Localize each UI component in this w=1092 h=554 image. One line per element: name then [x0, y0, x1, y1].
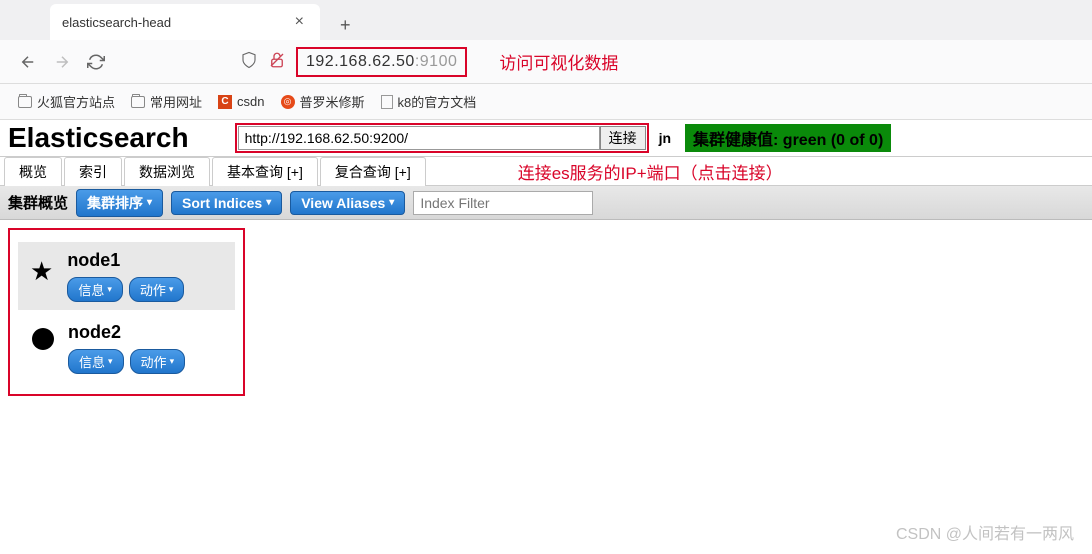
cluster-name: jn [659, 130, 671, 146]
tab-browser[interactable]: 数据浏览 [124, 157, 210, 186]
es-logo: Elasticsearch [8, 122, 189, 154]
connect-url-input[interactable] [238, 126, 600, 150]
bookmarks-bar: 火狐官方站点 常用网址 Ccsdn ◎普罗米修斯 k8的官方文档 [0, 84, 1092, 120]
insecure-lock-icon[interactable] [268, 51, 286, 72]
master-star-icon: ★ [30, 256, 53, 287]
sort-cluster-button[interactable]: 集群排序 [76, 189, 163, 217]
index-filter-input[interactable] [413, 191, 593, 215]
node-name: node1 [67, 250, 184, 271]
shield-icon[interactable] [240, 51, 258, 72]
node-action-button[interactable]: 动作 [130, 349, 186, 374]
tab-compound-query[interactable]: 复合查询 [320, 157, 426, 186]
doc-icon [381, 95, 393, 109]
health-badge: 集群健康值: green (0 of 0) [685, 124, 891, 152]
watermark: CSDN @人间若有一两风 [896, 520, 1074, 544]
bookmark-item[interactable]: 常用网址 [131, 92, 202, 111]
node-row: node2 信息 动作 [18, 314, 235, 382]
tab-overview[interactable]: 概览 [4, 157, 62, 186]
prometheus-icon: ◎ [281, 95, 295, 109]
browser-nav-bar: 192.168.62.50:9100 访问可视化数据 [0, 40, 1092, 84]
node-info-button[interactable]: 信息 [68, 349, 124, 374]
bookmark-item[interactable]: Ccsdn [218, 94, 264, 109]
close-icon[interactable]: × [291, 13, 308, 31]
folder-icon [131, 96, 145, 108]
node-row: ★ node1 信息 动作 [18, 242, 235, 310]
bookmark-item[interactable]: ◎普罗米修斯 [281, 92, 365, 111]
tab-indices[interactable]: 索引 [64, 157, 122, 186]
bookmark-item[interactable]: 火狐官方站点 [18, 92, 115, 111]
node-info-button[interactable]: 信息 [67, 277, 123, 302]
url-port: :9100 [415, 53, 458, 70]
browser-tab-bar: elasticsearch-head × + [0, 0, 1092, 40]
tab-basic-query[interactable]: 基本查询 [212, 157, 318, 186]
annotation-connect: 连接es服务的IP+端口（点击连接） [518, 159, 783, 184]
node-circle-icon [32, 328, 54, 350]
node-action-button[interactable]: 动作 [129, 277, 185, 302]
url-host: 192.168.62.50 [306, 53, 415, 70]
connect-box: 连接 [235, 123, 649, 153]
new-tab-button[interactable]: + [332, 11, 359, 40]
reload-icon[interactable] [86, 52, 106, 72]
folder-icon [18, 96, 32, 108]
section-label: 集群概览 [8, 192, 68, 213]
back-icon[interactable] [18, 52, 38, 72]
nodes-area: ★ node1 信息 动作 node2 信息 动作 [8, 228, 245, 396]
es-header: Elasticsearch 连接 jn 集群健康值: green (0 of 0… [0, 120, 1092, 156]
tab-title: elasticsearch-head [62, 15, 171, 30]
app-tabs: 概览 索引 数据浏览 基本查询 复合查询 连接es服务的IP+端口（点击连接） [0, 156, 1092, 186]
node-name: node2 [68, 322, 185, 343]
forward-icon [52, 52, 72, 72]
address-bar[interactable]: 192.168.62.50:9100 [296, 47, 467, 77]
csdn-icon: C [218, 95, 232, 109]
sort-indices-button[interactable]: Sort Indices [171, 191, 282, 215]
connect-button[interactable]: 连接 [600, 126, 646, 150]
bookmark-item[interactable]: k8的官方文档 [381, 92, 477, 111]
browser-tab[interactable]: elasticsearch-head × [50, 4, 320, 40]
view-aliases-button[interactable]: View Aliases [290, 191, 405, 215]
cluster-toolbar: 集群概览 集群排序 Sort Indices View Aliases [0, 186, 1092, 220]
annotation-access: 访问可视化数据 [499, 49, 618, 74]
